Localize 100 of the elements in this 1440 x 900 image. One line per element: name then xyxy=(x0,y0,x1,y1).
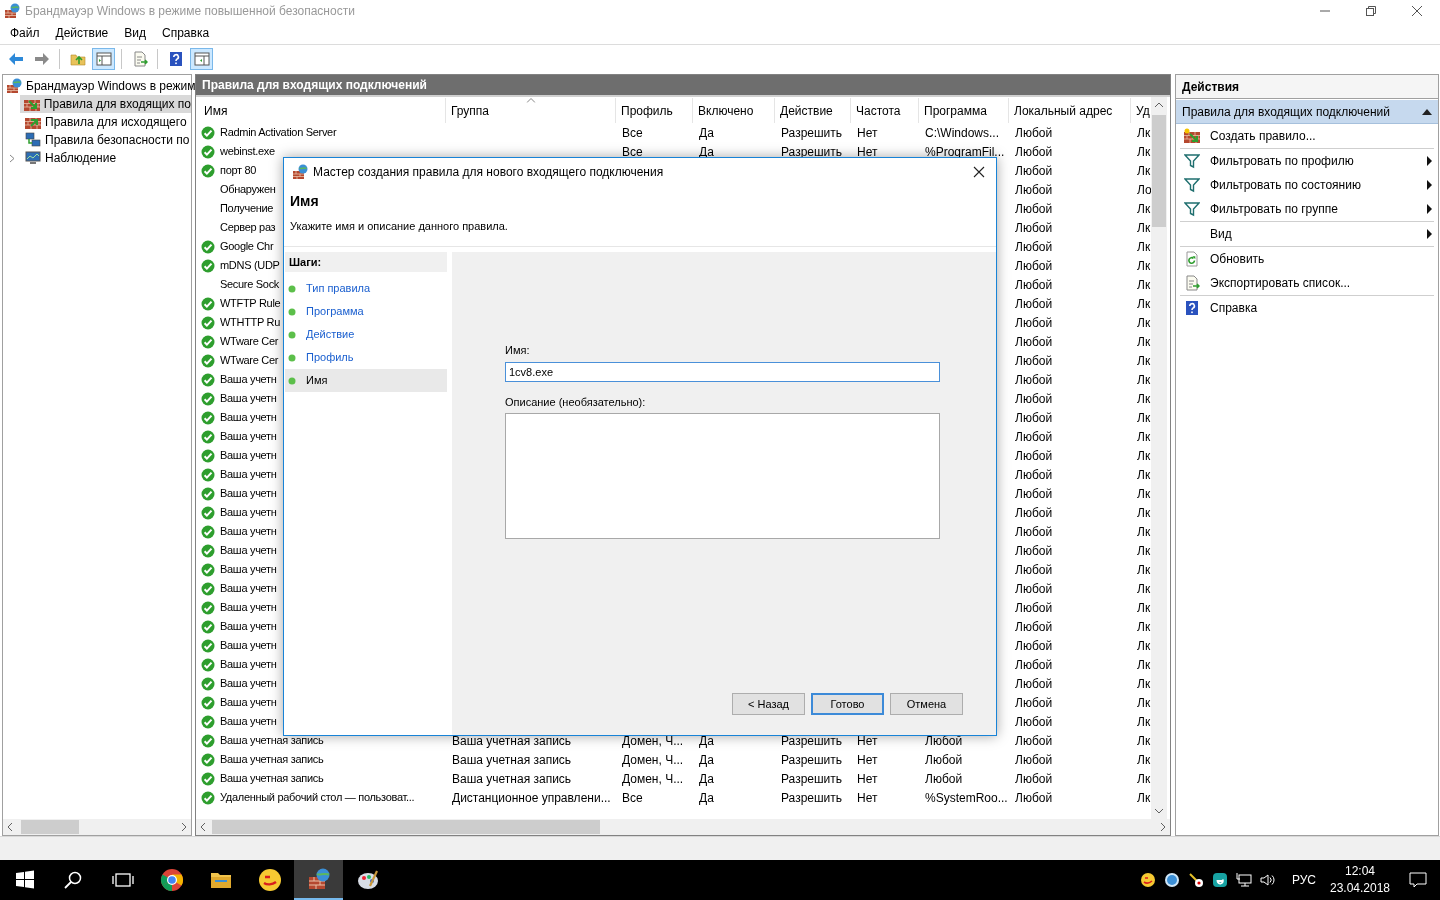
table-cell-text: Ваша учетн xyxy=(220,562,277,578)
wizard-step[interactable]: Имя xyxy=(285,369,447,392)
check-icon xyxy=(201,505,215,520)
dialog-button[interactable]: Готово xyxy=(811,693,884,715)
column-header[interactable]: Уд xyxy=(1131,98,1151,123)
table-cell-text: Любой xyxy=(1015,428,1053,446)
table-cell-text: Ваша учетн xyxy=(220,543,277,559)
action-item[interactable]: Обновить xyxy=(1180,247,1434,271)
table-cell-text: Любой xyxy=(1015,694,1053,712)
step-dot-icon xyxy=(288,376,296,385)
table-cell-text: Ваша учетн xyxy=(220,410,277,426)
vertical-scrollbar[interactable] xyxy=(1151,97,1167,819)
table-cell-text: Нет xyxy=(857,751,878,769)
table-cell-text: Любой xyxy=(925,751,963,769)
collapse-triangle-icon[interactable] xyxy=(1422,108,1432,115)
table-cell-text: Лк xyxy=(1137,143,1151,161)
table-cell-text: Любой xyxy=(1015,390,1053,408)
horizontal-scrollbar[interactable] xyxy=(3,819,191,835)
table-cell-text: Домен, Ч... xyxy=(622,732,684,750)
scroll-thumb[interactable] xyxy=(1152,115,1166,227)
check-icon xyxy=(201,581,215,596)
action-item[interactable]: Вид xyxy=(1180,222,1434,246)
table-cell-text: Лк xyxy=(1137,523,1151,541)
steps-title: Шаги: xyxy=(289,254,322,270)
tree-item[interactable]: Правила безопасности по xyxy=(21,131,191,149)
action-item[interactable]: Справка xyxy=(1180,296,1434,320)
table-cell-text: Лк xyxy=(1137,238,1151,256)
help-icon xyxy=(167,50,184,67)
table-cell-text: Ваша учетная запись xyxy=(452,732,572,750)
table-cell-text: Да xyxy=(699,751,714,769)
action-item[interactable]: Фильтровать по состоянию xyxy=(1180,173,1434,197)
submenu-arrow-icon xyxy=(1427,204,1432,214)
expand-caret-icon[interactable] xyxy=(9,153,15,163)
table-cell-text: Radmin Activation Server xyxy=(220,125,337,141)
pane-icon xyxy=(193,50,210,67)
column-header[interactable]: Включено xyxy=(693,98,775,123)
wizard-step[interactable]: Программа xyxy=(285,300,447,323)
name-field[interactable]: 1cv8.exe xyxy=(505,361,940,382)
actions-section-header[interactable]: Правила для входящих подключений xyxy=(1176,100,1438,124)
notification-icon xyxy=(1409,872,1427,888)
action-item[interactable]: Экспортировать список... xyxy=(1180,271,1434,295)
table-cell-text: Нет xyxy=(857,732,878,750)
scroll-thumb[interactable] xyxy=(212,820,600,834)
dialog-heading: Имя xyxy=(290,193,320,209)
check-icon xyxy=(201,771,215,786)
wizard-step[interactable]: Тип правила xyxy=(285,277,447,300)
column-header[interactable]: Группа xyxy=(446,98,616,123)
clock[interactable]: 12:04 23.04.2018 xyxy=(1324,860,1396,900)
action-item[interactable]: Фильтровать по профилю xyxy=(1180,149,1434,173)
table-cell-text: Лк xyxy=(1137,485,1151,503)
dialog-title: Мастер создания правила для нового входящего подключения xyxy=(313,163,664,181)
column-header[interactable]: Частота xyxy=(851,98,919,123)
clock-time: 12:04 xyxy=(1345,863,1375,880)
table-cell-text: mDNS (UDP xyxy=(220,258,280,274)
table-cell-text: Лк xyxy=(1137,561,1151,579)
dialog-button[interactable]: < Назад xyxy=(732,693,805,715)
volume-icon xyxy=(1259,872,1276,888)
filter-icon xyxy=(1184,177,1200,193)
description-field[interactable] xyxy=(505,413,940,539)
check-icon xyxy=(201,334,215,349)
firewall-icon xyxy=(306,867,331,891)
wizard-step[interactable]: Действие xyxy=(285,323,447,346)
scroll-thumb[interactable] xyxy=(21,820,79,834)
menu-item[interactable]: Действие xyxy=(47,23,117,43)
table-cell-text: Лк xyxy=(1137,447,1151,465)
check-icon xyxy=(201,790,215,805)
action-item[interactable]: Фильтровать по группе xyxy=(1180,197,1434,221)
table-cell-text: Ваша учетн xyxy=(220,619,277,635)
coin-icon xyxy=(1139,872,1156,888)
table-cell-text: Любой xyxy=(1015,561,1053,579)
column-header[interactable]: Локальный адрес xyxy=(1009,98,1131,123)
column-header[interactable]: Профиль xyxy=(616,98,693,123)
field-label: Имя: xyxy=(505,343,531,358)
table-cell-text: Ваша учетная запись xyxy=(220,752,324,768)
submenu-arrow-icon xyxy=(1427,180,1432,190)
language-indicator[interactable]: РУС xyxy=(1285,860,1322,900)
table-cell-text: Домен, Ч... xyxy=(622,770,684,788)
horizontal-scrollbar[interactable] xyxy=(196,819,1170,835)
submenu-arrow-icon xyxy=(1427,156,1432,166)
column-header[interactable]: Действие xyxy=(775,98,851,123)
tree-item[interactable]: Брандмауэр Windows в режим xyxy=(3,77,196,95)
column-header[interactable]: Программа xyxy=(919,98,1009,123)
menu-item[interactable]: Вид xyxy=(116,23,154,43)
toolbar-button[interactable] xyxy=(190,47,213,70)
tree-item[interactable]: Наблюдение xyxy=(21,149,191,167)
action-item[interactable]: Создать правило... xyxy=(1180,124,1434,148)
column-header[interactable]: Имя xyxy=(199,98,446,123)
toolbar-button[interactable] xyxy=(92,47,115,70)
tree-item[interactable]: Правила для входящих по xyxy=(19,95,191,113)
tree-item[interactable]: Правила для исходящего xyxy=(21,113,191,131)
menu-item[interactable]: Справка xyxy=(154,23,218,43)
menu-item[interactable]: Файл xyxy=(2,23,48,43)
check-icon xyxy=(201,258,215,273)
dialog-button[interactable]: Отмена xyxy=(890,693,963,715)
table-cell-text: Лк xyxy=(1137,162,1151,180)
wizard-step[interactable]: Профиль xyxy=(285,346,447,369)
table-cell-text: Любой xyxy=(1015,466,1053,484)
table-cell-text: Ваша учетная запись xyxy=(220,771,324,787)
check-icon xyxy=(201,695,215,710)
table-cell-text: Лк xyxy=(1137,390,1151,408)
